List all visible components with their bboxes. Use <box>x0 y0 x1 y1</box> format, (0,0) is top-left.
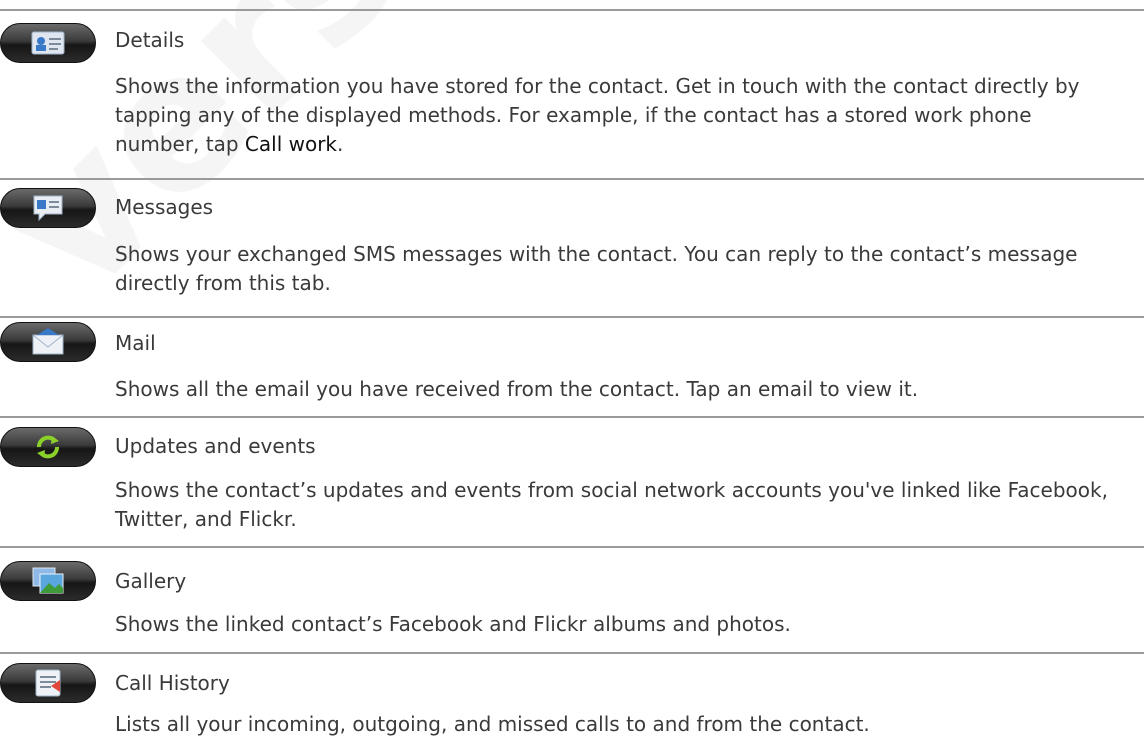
item-description: Shows the contact’s updates and events f… <box>115 478 1108 531</box>
item-description: Shows your exchanged SMS messages with t… <box>115 242 1078 295</box>
call-work-label: Call work <box>244 132 338 156</box>
divider <box>0 652 1144 654</box>
contact-card-icon <box>0 23 96 63</box>
item-title: Call History <box>115 671 230 695</box>
call-history-icon <box>0 663 96 703</box>
divider <box>0 546 1144 548</box>
divider <box>0 316 1144 318</box>
item-description: Lists all your incoming, outgoing, and m… <box>115 712 870 736</box>
item-title: Updates and events <box>115 434 316 458</box>
mail-envelope-icon <box>0 322 96 362</box>
item-description: Shows the linked contact’s Facebook and … <box>115 612 791 636</box>
divider <box>0 416 1144 418</box>
gallery-photo-icon <box>0 561 96 601</box>
divider <box>0 178 1144 180</box>
item-title: Details <box>115 28 185 52</box>
refresh-arrows-icon <box>0 427 96 467</box>
item-title: Mail <box>115 331 156 355</box>
item-description: Shows the information you have stored fo… <box>115 74 1080 156</box>
item-title: Messages <box>115 195 214 219</box>
message-bubble-icon <box>0 188 96 228</box>
item-description: Shows all the email you have received fr… <box>115 377 919 401</box>
divider <box>0 9 1144 11</box>
item-title: Gallery <box>115 569 187 593</box>
